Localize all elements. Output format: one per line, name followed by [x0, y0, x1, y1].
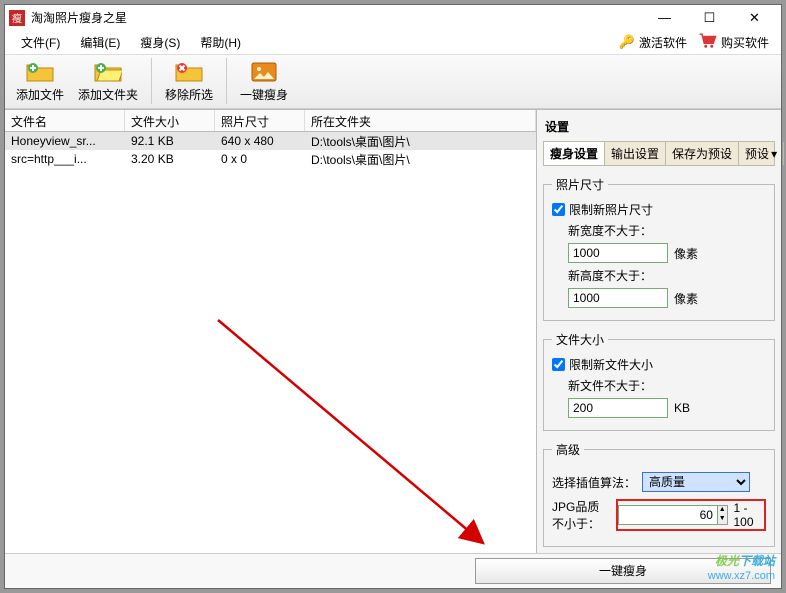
- one-key-slim-label: 一键瘦身: [240, 86, 288, 103]
- new-width-input[interactable]: [568, 243, 668, 263]
- cell-folder: D:\tools\桌面\图片\: [305, 132, 536, 151]
- table-row[interactable]: src=http___i... 3.20 KB 0 x 0 D:\tools\桌…: [5, 150, 536, 168]
- image-icon: [250, 60, 278, 84]
- add-folder-label: 添加文件夹: [78, 86, 138, 103]
- jpg-quality-highlight: ▲▼ 1 - 100: [616, 499, 766, 531]
- file-list-pane: 文件名 文件大小 照片尺寸 所在文件夹 Honeyview_sr... 92.1…: [5, 110, 537, 553]
- app-icon: 瘦: [9, 10, 25, 26]
- col-dimensions[interactable]: 照片尺寸: [215, 110, 305, 131]
- settings-panel: 设置 瘦身设置 输出设置 保存为预设 预设 ▾ 照片尺寸 限制新照片尺寸 新宽度…: [537, 110, 781, 553]
- menu-help[interactable]: 帮助(H): [190, 31, 251, 54]
- menu-slim[interactable]: 瘦身(S): [130, 31, 190, 54]
- remove-selected-label: 移除所选: [165, 86, 213, 103]
- col-folder[interactable]: 所在文件夹: [305, 110, 536, 131]
- jpg-quality-spinner[interactable]: ▲▼: [718, 505, 728, 525]
- folder-add-icon: [26, 60, 54, 84]
- cell-size: 3.20 KB: [125, 151, 215, 167]
- cell-name: Honeyview_sr...: [5, 133, 125, 149]
- width-unit: 像素: [674, 245, 698, 262]
- col-filesize[interactable]: 文件大小: [125, 110, 215, 131]
- limit-photo-size-label: 限制新照片尺寸: [569, 201, 653, 218]
- key-icon: 🔑: [619, 34, 635, 50]
- one-key-slim-button[interactable]: 一键瘦身: [235, 55, 293, 107]
- bottom-bar: 一键瘦身: [5, 553, 781, 588]
- menu-file[interactable]: 文件(F): [11, 31, 70, 54]
- tab-slim-settings[interactable]: 瘦身设置: [544, 142, 605, 165]
- cell-size: 92.1 KB: [125, 133, 215, 149]
- new-height-input[interactable]: [568, 288, 668, 308]
- limit-file-size-checkbox[interactable]: [552, 358, 565, 371]
- buy-label: 购买软件: [721, 34, 769, 51]
- limit-file-size-label: 限制新文件大小: [569, 356, 653, 373]
- new-file-label: 新文件不大于：: [568, 377, 766, 394]
- activate-link[interactable]: 🔑 激活软件: [613, 32, 693, 53]
- col-filename[interactable]: 文件名: [5, 110, 125, 131]
- activate-label: 激活软件: [639, 34, 687, 51]
- minimize-button[interactable]: —: [642, 7, 687, 29]
- toolbar: 添加文件 添加文件夹 移除所选 一键瘦身: [5, 55, 781, 110]
- file-size-legend: 文件大小: [552, 331, 608, 348]
- chevron-down-icon: ▾: [771, 147, 777, 161]
- one-key-slim-big-button[interactable]: 一键瘦身: [475, 558, 771, 584]
- add-file-label: 添加文件: [16, 86, 64, 103]
- folder-add-folder-icon: [94, 60, 122, 84]
- settings-tabstrip: 瘦身设置 输出设置 保存为预设 预设 ▾: [543, 141, 775, 166]
- cell-dim: 0 x 0: [215, 151, 305, 167]
- menubar: 文件(F) 编辑(E) 瘦身(S) 帮助(H) 🔑 激活软件 购买软件: [5, 31, 781, 55]
- settings-title: 设置: [543, 114, 775, 141]
- table-row[interactable]: Honeyview_sr... 92.1 KB 640 x 480 D:\too…: [5, 132, 536, 150]
- limit-photo-size-checkbox[interactable]: [552, 203, 565, 216]
- tab-output-settings[interactable]: 输出设置: [605, 142, 666, 165]
- list-body[interactable]: Honeyview_sr... 92.1 KB 640 x 480 D:\too…: [5, 132, 536, 553]
- jpg-quality-input[interactable]: [618, 505, 718, 525]
- tab-preset[interactable]: 预设 ▾: [739, 142, 784, 165]
- advanced-group: 高级 选择插值算法： 高质量 JPG品质不小于： ▲▼ 1 - 100: [543, 441, 775, 547]
- titlebar: 瘦 淘淘照片瘦身之星 — ☐ ✕: [5, 5, 781, 31]
- photo-size-legend: 照片尺寸: [552, 176, 608, 193]
- new-file-input[interactable]: [568, 398, 668, 418]
- remove-selected-button[interactable]: 移除所选: [160, 55, 218, 107]
- menu-edit[interactable]: 编辑(E): [70, 31, 130, 54]
- photo-size-group: 照片尺寸 限制新照片尺寸 新宽度不大于： 像素 新高度不大于： 像素: [543, 176, 775, 321]
- interp-select[interactable]: 高质量: [642, 472, 750, 492]
- interp-label: 选择插值算法：: [552, 474, 636, 491]
- list-header: 文件名 文件大小 照片尺寸 所在文件夹: [5, 110, 536, 132]
- advanced-legend: 高级: [552, 441, 584, 458]
- window-title: 淘淘照片瘦身之星: [31, 9, 642, 26]
- folder-remove-icon: [175, 60, 203, 84]
- close-button[interactable]: ✕: [732, 7, 777, 29]
- new-width-label: 新宽度不大于：: [568, 222, 766, 239]
- maximize-button[interactable]: ☐: [687, 7, 732, 29]
- buy-link[interactable]: 购买软件: [693, 31, 775, 54]
- height-unit: 像素: [674, 290, 698, 307]
- jpg-quality-label: JPG品质不小于：: [552, 498, 610, 532]
- add-file-button[interactable]: 添加文件: [11, 55, 69, 107]
- cell-dim: 640 x 480: [215, 133, 305, 149]
- add-folder-button[interactable]: 添加文件夹: [73, 55, 143, 107]
- new-height-label: 新高度不大于：: [568, 267, 766, 284]
- tab-save-preset[interactable]: 保存为预设: [666, 142, 739, 165]
- toolbar-separator: [151, 58, 152, 104]
- toolbar-separator: [226, 58, 227, 104]
- file-size-group: 文件大小 限制新文件大小 新文件不大于： KB: [543, 331, 775, 431]
- jpg-quality-range: 1 - 100: [728, 501, 765, 529]
- cell-folder: D:\tools\桌面\图片\: [305, 150, 536, 169]
- file-unit: KB: [674, 401, 690, 415]
- cart-icon: [699, 33, 717, 52]
- cell-name: src=http___i...: [5, 151, 125, 167]
- tab-preset-label: 预设: [745, 145, 769, 162]
